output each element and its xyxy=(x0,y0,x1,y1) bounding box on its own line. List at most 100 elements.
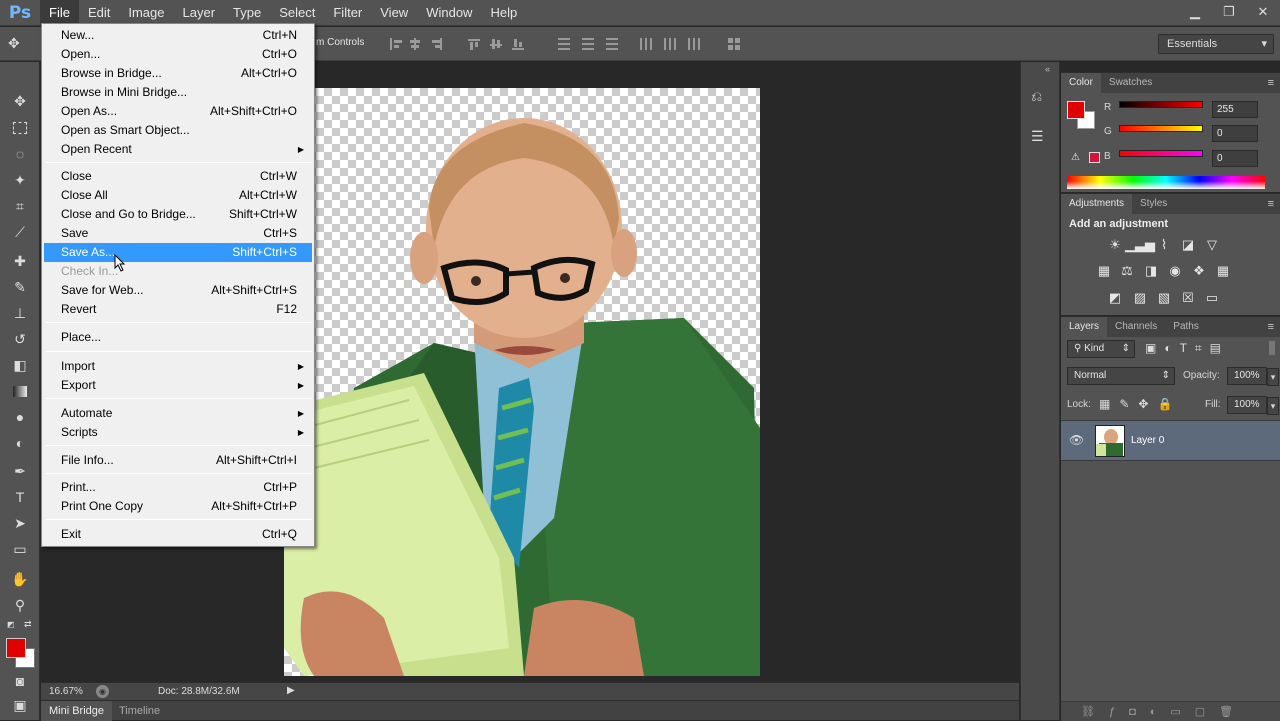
close-button[interactable]: ✕ xyxy=(1246,0,1280,24)
menu-item-save[interactable]: Save Ctrl+S xyxy=(44,224,312,243)
tab-adjustments[interactable]: Adjustments xyxy=(1061,194,1133,214)
menu-item-save-as[interactable]: Save As... Shift+Ctrl+S xyxy=(44,243,312,262)
properties-panel-icon[interactable]: ☰ xyxy=(1031,128,1051,148)
lock-options-icons[interactable]: ▦✎✥🔒 xyxy=(1099,397,1181,411)
minimize-button[interactable]: ▁ xyxy=(1178,0,1212,24)
quick-mask-icon[interactable]: ◙ xyxy=(8,670,32,692)
green-slider[interactable] xyxy=(1119,125,1203,132)
dodge-tool-icon[interactable]: ◐ xyxy=(8,432,32,454)
invert-icon[interactable]: ◩ xyxy=(1106,290,1124,306)
menu-layer[interactable]: Layer xyxy=(174,0,225,26)
gradient-map-icon[interactable]: ▭ xyxy=(1203,290,1221,306)
clone-stamp-tool-icon[interactable]: ⊥ xyxy=(8,302,32,324)
magic-wand-tool-icon[interactable]: ✦ xyxy=(8,169,32,191)
color-balance-icon[interactable]: ⚖ xyxy=(1118,263,1136,279)
foreground-color-chip[interactable] xyxy=(1067,101,1085,119)
swap-colors-icon[interactable]: ⇄ xyxy=(24,619,32,630)
crop-tool-icon[interactable]: ⌗ xyxy=(8,195,32,217)
blue-value-input[interactable]: 0 xyxy=(1212,150,1258,167)
menu-item-import[interactable]: Import ▶ xyxy=(44,357,312,376)
healing-brush-tool-icon[interactable]: ✚ xyxy=(8,250,32,272)
hue-saturation-icon[interactable]: ▦ xyxy=(1095,263,1113,279)
menu-item-close[interactable]: Close Ctrl+W xyxy=(44,167,312,186)
menu-filter[interactable]: Filter xyxy=(324,0,371,26)
zoom-tool-icon[interactable]: ⚲ xyxy=(8,594,32,616)
exposure-icon[interactable]: ◪ xyxy=(1179,237,1197,253)
workspace-switcher[interactable]: Essentials ▾ xyxy=(1158,34,1274,54)
path-selection-tool-icon[interactable]: ➤ xyxy=(8,512,32,534)
panel-menu-icon[interactable]: ≡ xyxy=(1268,73,1274,93)
channel-mixer-icon[interactable]: ❖ xyxy=(1190,263,1208,279)
menu-edit[interactable]: Edit xyxy=(79,0,119,26)
menu-item-revert[interactable]: Revert F12 xyxy=(44,300,312,319)
menu-item-close-and-go-to-bridge[interactable]: Close and Go to Bridge... Shift+Ctrl+W xyxy=(44,205,312,224)
opacity-input[interactable]: 100% xyxy=(1227,367,1267,385)
posterize-icon[interactable]: ▨ xyxy=(1131,290,1149,306)
gamut-warning-icon[interactable]: ⚠ xyxy=(1071,152,1080,163)
type-tool-icon[interactable]: T xyxy=(8,486,32,508)
blue-slider[interactable] xyxy=(1119,150,1203,157)
brush-tool-icon[interactable]: ✎ xyxy=(8,276,32,298)
menu-image[interactable]: Image xyxy=(119,0,173,26)
menu-item-file-info[interactable]: File Info... Alt+Shift+Ctrl+I xyxy=(44,451,312,470)
color-lookup-icon[interactable]: ▦ xyxy=(1214,263,1232,279)
eyedropper-tool-icon[interactable]: ⟋ xyxy=(8,221,32,243)
menu-type[interactable]: Type xyxy=(224,0,270,26)
zoom-level[interactable]: 16.67% xyxy=(49,686,83,697)
menu-item-exit[interactable]: Exit Ctrl+Q xyxy=(44,525,312,544)
menu-item-place[interactable]: Place... xyxy=(44,328,312,347)
menu-item-browse-in-bridge[interactable]: Browse in Bridge... Alt+Ctrl+O xyxy=(44,64,312,83)
history-panel-icon[interactable]: ⎌ xyxy=(1031,88,1051,108)
menu-item-new[interactable]: New... Ctrl+N xyxy=(44,26,312,45)
history-brush-tool-icon[interactable]: ↺ xyxy=(8,328,32,350)
default-colors-icon[interactable]: ◩ xyxy=(7,620,15,629)
foreground-color-swatch[interactable] xyxy=(6,638,26,658)
fill-dropdown-icon[interactable]: ▾ xyxy=(1267,397,1279,415)
color-spectrum-ramp[interactable] xyxy=(1067,176,1265,189)
pen-tool-icon[interactable]: ✒ xyxy=(8,460,32,482)
panel-menu-icon[interactable]: ≡ xyxy=(1268,317,1274,337)
gradient-tool-icon[interactable] xyxy=(8,380,32,402)
black-white-icon[interactable]: ◨ xyxy=(1142,263,1160,279)
menu-file[interactable]: File xyxy=(40,0,79,26)
opacity-dropdown-icon[interactable]: ▾ xyxy=(1267,368,1279,386)
eye-icon[interactable]: 👁 xyxy=(1069,433,1084,447)
tab-timeline[interactable]: Timeline xyxy=(111,701,168,721)
filter-toggle-switch[interactable] xyxy=(1269,341,1275,355)
move-tool-preset-icon[interactable]: ✥ xyxy=(8,35,34,53)
menu-help[interactable]: Help xyxy=(481,0,526,26)
tab-color[interactable]: Color xyxy=(1061,73,1101,93)
restore-button[interactable]: ❐ xyxy=(1212,0,1246,24)
tab-paths[interactable]: Paths xyxy=(1165,317,1207,337)
menu-select[interactable]: Select xyxy=(270,0,324,26)
fill-input[interactable]: 100% xyxy=(1227,396,1267,414)
menu-item-browse-in-mini-bridge[interactable]: Browse in Mini Bridge... xyxy=(44,83,312,102)
vibrance-icon[interactable]: ▽ xyxy=(1203,237,1221,253)
blend-mode-select[interactable]: Normal ⇕ xyxy=(1067,367,1175,385)
menu-item-export[interactable]: Export ▶ xyxy=(44,376,312,395)
menu-item-open-as[interactable]: Open As... Alt+Shift+Ctrl+O xyxy=(44,102,312,121)
menu-item-close-all[interactable]: Close All Alt+Ctrl+W xyxy=(44,186,312,205)
tab-channels[interactable]: Channels xyxy=(1107,317,1165,337)
move-tool-icon[interactable]: ✥ xyxy=(8,90,32,112)
menu-item-automate[interactable]: Automate ▶ xyxy=(44,404,312,423)
lasso-tool-icon[interactable]: ◌ xyxy=(8,143,32,165)
menu-window[interactable]: Window xyxy=(417,0,481,26)
menu-item-print-one-copy[interactable]: Print One Copy Alt+Shift+Ctrl+P xyxy=(44,497,312,516)
threshold-icon[interactable]: ▧ xyxy=(1155,290,1173,306)
menu-item-print[interactable]: Print... Ctrl+P xyxy=(44,478,312,497)
blur-tool-icon[interactable]: ● xyxy=(8,406,32,428)
screen-mode-icon[interactable]: ▣ xyxy=(8,694,32,716)
photo-filter-icon[interactable]: ◉ xyxy=(1166,263,1184,279)
show-transform-controls-label[interactable]: m Controls xyxy=(316,37,364,48)
image-canvas[interactable] xyxy=(284,88,760,676)
menu-item-open[interactable]: Open... Ctrl+O xyxy=(44,45,312,64)
status-menu-arrow-icon[interactable]: ▶ xyxy=(287,685,295,696)
tab-mini-bridge[interactable]: Mini Bridge xyxy=(41,701,113,721)
menu-item-open-as-smart-object[interactable]: Open as Smart Object... xyxy=(44,121,312,140)
red-value-input[interactable]: 255 xyxy=(1212,101,1258,118)
tab-layers[interactable]: Layers xyxy=(1061,317,1108,337)
marquee-tool-icon[interactable] xyxy=(8,117,32,139)
tab-styles[interactable]: Styles xyxy=(1132,194,1175,214)
menu-item-scripts[interactable]: Scripts ▶ xyxy=(44,423,312,442)
